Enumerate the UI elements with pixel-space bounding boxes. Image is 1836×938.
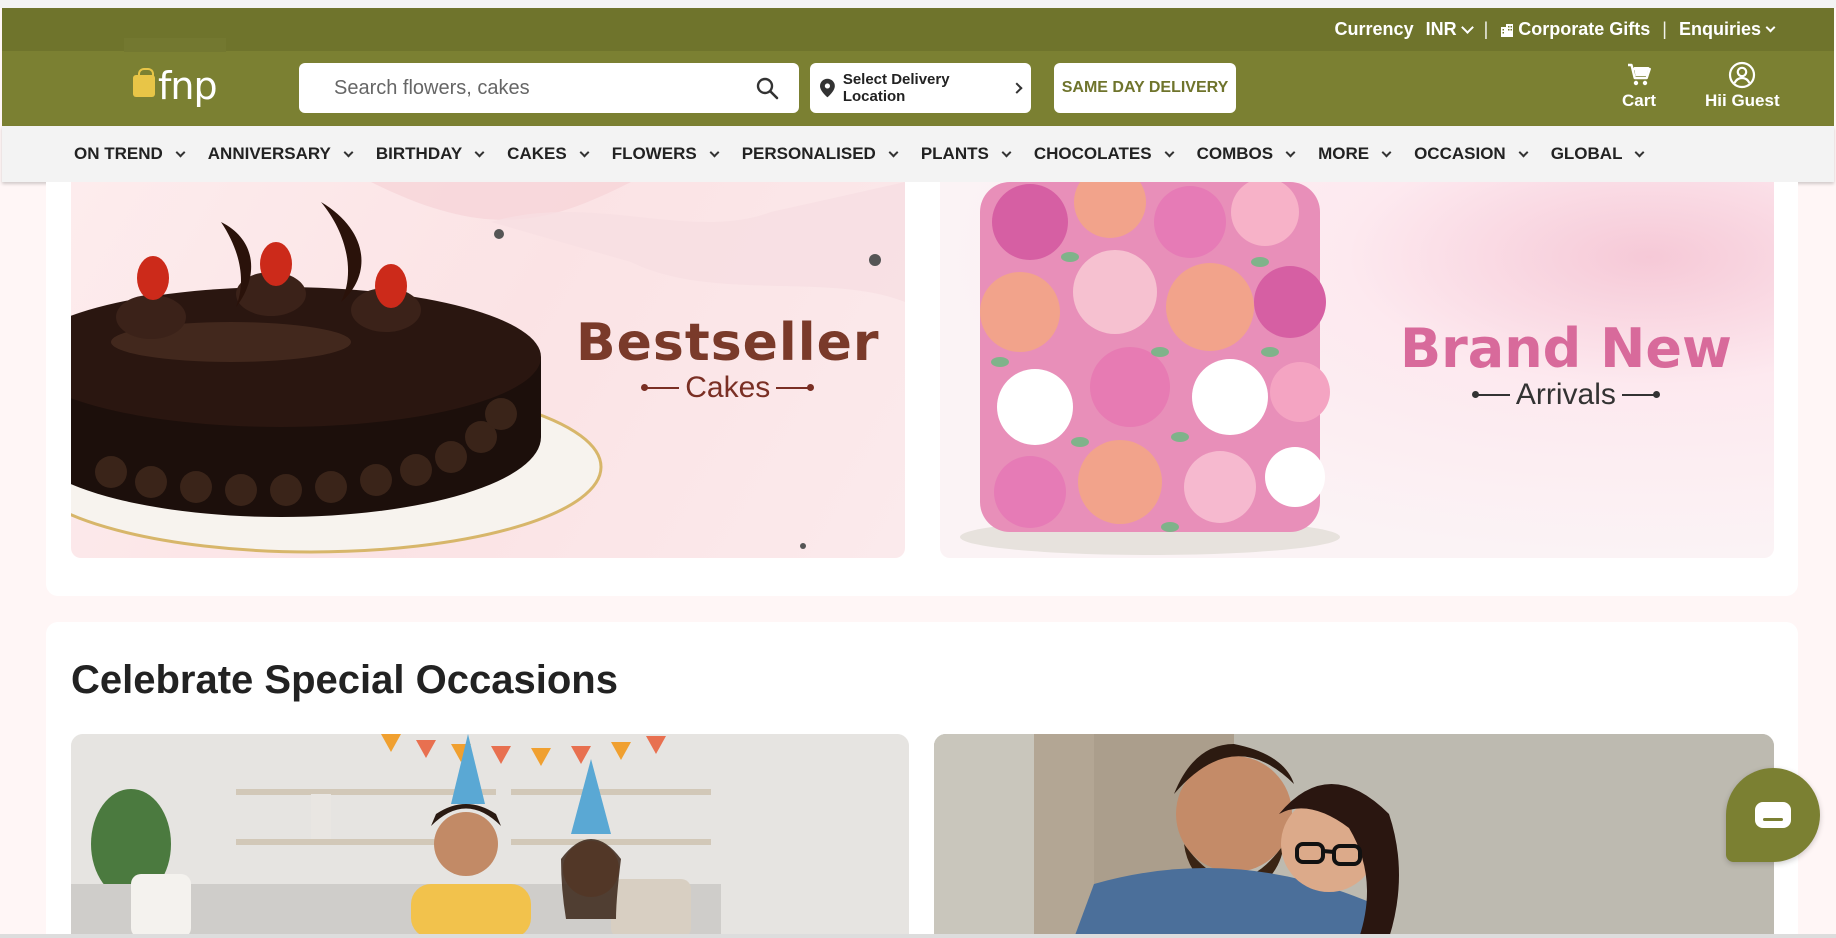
nav-item-birthday[interactable]: BIRTHDAY xyxy=(375,144,485,164)
cart-icon xyxy=(1628,63,1651,86)
separator: | xyxy=(1483,19,1489,39)
chevron-down-icon xyxy=(1164,147,1175,157)
logo-tab xyxy=(124,38,226,52)
chevron-down-icon xyxy=(579,147,590,157)
chevron-down-icon xyxy=(888,147,899,157)
guest-label: Hii Guest xyxy=(1705,91,1780,110)
banner-subtitle: Cakes xyxy=(576,371,880,405)
chevron-down-icon xyxy=(1765,22,1776,32)
nav-item-chocolates[interactable]: CHOCOLATES xyxy=(1033,144,1175,164)
building-icon xyxy=(1501,23,1514,37)
anniversary-occasion-card[interactable] xyxy=(934,734,1774,938)
nav-item-more[interactable]: MORE xyxy=(1318,144,1392,164)
chevron-down-icon xyxy=(1001,147,1012,157)
main-header: fnp Select Delivery Location SAME DAY DE… xyxy=(2,38,1834,126)
banner-title: Brand New xyxy=(1400,317,1732,380)
fnp-logo[interactable]: fnp xyxy=(133,64,218,108)
currency-value: INR xyxy=(1425,19,1457,39)
separator: | xyxy=(1662,19,1667,39)
nav-item-cakes[interactable]: CAKES xyxy=(507,144,590,164)
chevron-down-icon xyxy=(1518,147,1529,157)
nav-item-anniversary[interactable]: ANNIVERSARY xyxy=(207,144,354,164)
chat-icon xyxy=(1755,802,1791,828)
currency-selector[interactable]: INR xyxy=(1425,19,1474,40)
delivery-location-button[interactable]: Select Delivery Location xyxy=(810,63,1031,113)
chevron-down-icon xyxy=(709,147,720,157)
same-day-label: SAME DAY DELIVERY xyxy=(1061,79,1229,96)
birthday-couple-image xyxy=(71,734,909,938)
section-title: Celebrate Special Occasions xyxy=(71,658,618,702)
nav-item-label: OCCASION xyxy=(1414,144,1506,163)
chevron-right-icon xyxy=(1011,82,1023,94)
nav-item-flowers[interactable]: FLOWERS xyxy=(611,144,720,164)
happy-couple-image xyxy=(934,734,1774,938)
bestseller-cakes-banner[interactable]: Bestseller Cakes xyxy=(71,182,905,558)
search-icon[interactable] xyxy=(755,76,779,100)
nav-item-label: CHOCOLATES xyxy=(1033,144,1152,163)
cart-button[interactable]: Cart xyxy=(1622,61,1656,111)
brand-new-arrivals-banner[interactable]: Brand New Arrivals xyxy=(940,182,1774,558)
browser-bottom-edge xyxy=(0,934,1836,938)
banner-panel: Bestseller Cakes Brand New Arrivals xyxy=(46,182,1798,596)
nav-item-plants[interactable]: PLANTS xyxy=(920,144,1012,164)
nav-item-label: PERSONALISED xyxy=(741,144,876,163)
divider xyxy=(1471,391,1510,398)
chevron-down-icon xyxy=(474,147,485,157)
banner-subtitle-text: Arrivals xyxy=(1515,378,1616,411)
banner-subtitle-text: Cakes xyxy=(685,371,771,404)
enquiries-menu[interactable]: Enquiries xyxy=(1678,19,1776,40)
nav-item-label: ANNIVERSARY xyxy=(207,144,331,163)
nav-item-global[interactable]: GLOBAL xyxy=(1550,144,1645,164)
search-box[interactable] xyxy=(299,63,799,113)
search-input[interactable] xyxy=(334,76,755,100)
location-pin-icon xyxy=(820,78,835,98)
nav-item-label: PLANTS xyxy=(920,144,989,163)
logo-text: fnp xyxy=(158,64,218,108)
category-nav: ON TREND ANNIVERSARY BIRTHDAY CAKES FLOW… xyxy=(2,126,1834,182)
nav-item-label: MORE xyxy=(1318,144,1370,163)
enquiries-label: Enquiries xyxy=(1678,19,1761,39)
chevron-down-icon xyxy=(1460,20,1474,34)
corporate-gifts-label: Corporate Gifts xyxy=(1518,19,1651,39)
nav-item-label: ON TREND xyxy=(74,144,163,163)
delivery-location-label: Select Delivery Location xyxy=(842,71,950,105)
nav-item-personalised[interactable]: PERSONALISED xyxy=(741,144,899,164)
bestseller-banner-text: Bestseller Cakes xyxy=(576,317,880,405)
divider xyxy=(641,384,680,391)
corporate-gifts-link[interactable]: Corporate Gifts xyxy=(1500,19,1650,40)
nav-item-label: FLOWERS xyxy=(611,144,697,163)
nav-item-label: GLOBAL xyxy=(1550,144,1623,163)
same-day-delivery-button[interactable]: SAME DAY DELIVERY xyxy=(1054,63,1236,113)
divider xyxy=(776,384,815,391)
nav-item-on-trend[interactable]: ON TREND xyxy=(74,144,186,164)
nav-item-label: CAKES xyxy=(507,144,567,163)
account-button[interactable]: Hii Guest xyxy=(1705,61,1780,111)
user-avatar-icon xyxy=(1729,61,1756,89)
chat-widget-button[interactable] xyxy=(1726,768,1820,862)
banner-title: Bestseller xyxy=(576,313,880,373)
chevron-down-icon xyxy=(1285,147,1296,157)
chevron-down-icon xyxy=(343,147,354,157)
nav-item-label: COMBOS xyxy=(1196,144,1274,163)
chevron-down-icon xyxy=(1635,147,1645,157)
nav-item-label: BIRTHDAY xyxy=(375,144,463,163)
nav-item-combos[interactable]: COMBOS xyxy=(1196,144,1296,164)
gift-logo-icon xyxy=(133,68,155,97)
utility-bar: Currency INR | Corporate Gifts | Enquiri… xyxy=(2,8,1834,51)
brand-new-banner-text: Brand New Arrivals xyxy=(1400,322,1732,412)
currency-label: Currency xyxy=(1334,19,1414,39)
occasions-panel: Celebrate Special Occasions xyxy=(46,622,1798,938)
chevron-down-icon xyxy=(175,147,186,157)
divider xyxy=(1621,391,1660,398)
browser-top-strip xyxy=(0,0,1836,8)
banner-subtitle: Arrivals xyxy=(1400,378,1732,412)
birthday-occasion-card[interactable] xyxy=(71,734,909,938)
chevron-down-icon xyxy=(1381,147,1392,157)
cart-label: Cart xyxy=(1622,91,1657,110)
nav-item-occasion[interactable]: OCCASION xyxy=(1414,144,1529,164)
